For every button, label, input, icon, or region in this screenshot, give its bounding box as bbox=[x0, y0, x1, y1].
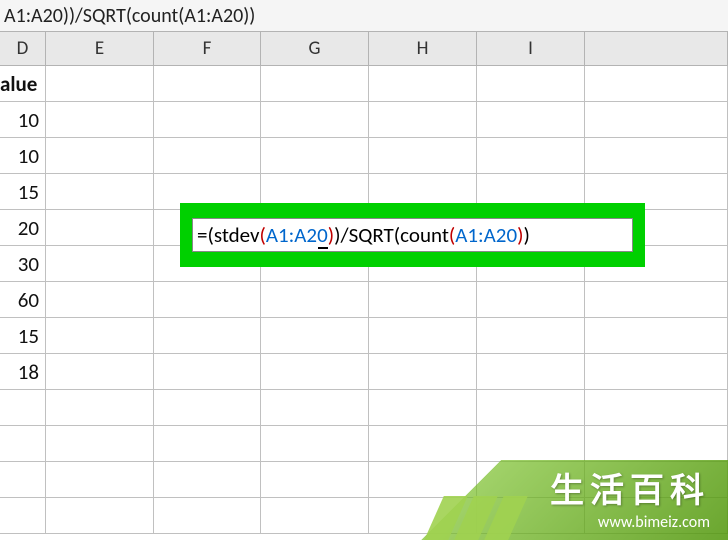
cell[interactable] bbox=[46, 174, 154, 209]
cell[interactable] bbox=[154, 102, 261, 137]
col-header-e[interactable]: E bbox=[46, 32, 154, 65]
cell[interactable]: 15 bbox=[0, 318, 46, 353]
cell[interactable] bbox=[154, 282, 261, 317]
cell[interactable]: 60 bbox=[0, 282, 46, 317]
cell[interactable] bbox=[369, 390, 477, 425]
cell[interactable] bbox=[261, 66, 369, 101]
cell[interactable] bbox=[261, 282, 369, 317]
cell[interactable] bbox=[46, 354, 154, 389]
formula-bar-text: A1:A20))/SQRT(count(A1:A20)) bbox=[4, 4, 255, 28]
cell[interactable] bbox=[477, 66, 585, 101]
cell[interactable] bbox=[261, 354, 369, 389]
cell[interactable] bbox=[154, 354, 261, 389]
cell[interactable] bbox=[46, 390, 154, 425]
cell[interactable] bbox=[261, 390, 369, 425]
cell[interactable] bbox=[46, 102, 154, 137]
table-row bbox=[0, 390, 728, 426]
cell[interactable] bbox=[369, 354, 477, 389]
cell[interactable] bbox=[154, 498, 261, 533]
cell[interactable] bbox=[585, 282, 728, 317]
table-row: alue bbox=[0, 66, 728, 102]
cell[interactable] bbox=[46, 318, 154, 353]
cell[interactable] bbox=[46, 138, 154, 173]
cell[interactable] bbox=[261, 102, 369, 137]
cell[interactable] bbox=[0, 426, 46, 461]
cell[interactable] bbox=[477, 390, 585, 425]
cell[interactable] bbox=[369, 318, 477, 353]
cell[interactable] bbox=[0, 462, 46, 497]
cell[interactable] bbox=[477, 426, 585, 461]
active-cell-formula-input[interactable]: =(stdev(A1:A20))/SQRT(count(A1:A20)) bbox=[192, 218, 633, 252]
watermark-tabs-icon bbox=[434, 496, 518, 540]
cell[interactable] bbox=[154, 138, 261, 173]
cell[interactable] bbox=[46, 426, 154, 461]
cell[interactable] bbox=[261, 426, 369, 461]
cell[interactable] bbox=[261, 462, 369, 497]
table-row: 18 bbox=[0, 354, 728, 390]
cell[interactable] bbox=[154, 390, 261, 425]
cell[interactable] bbox=[261, 498, 369, 533]
table-row bbox=[0, 426, 728, 462]
cell[interactable] bbox=[46, 282, 154, 317]
watermark-title: 生活百科 bbox=[550, 463, 710, 512]
cell[interactable]: 18 bbox=[0, 354, 46, 389]
cell[interactable] bbox=[261, 138, 369, 173]
cell[interactable] bbox=[477, 102, 585, 137]
cell[interactable] bbox=[46, 210, 154, 245]
cell[interactable] bbox=[585, 102, 728, 137]
cell[interactable] bbox=[477, 318, 585, 353]
cell[interactable] bbox=[261, 318, 369, 353]
table-row: 10 bbox=[0, 138, 728, 174]
cell[interactable] bbox=[585, 318, 728, 353]
cell[interactable] bbox=[0, 390, 46, 425]
cell[interactable] bbox=[585, 426, 728, 461]
cell[interactable] bbox=[369, 138, 477, 173]
cell[interactable] bbox=[154, 462, 261, 497]
cell[interactable] bbox=[154, 66, 261, 101]
cell[interactable] bbox=[0, 498, 46, 533]
cell[interactable] bbox=[369, 282, 477, 317]
cell[interactable] bbox=[46, 66, 154, 101]
col-header-h[interactable]: H bbox=[369, 32, 477, 65]
cell[interactable]: 10 bbox=[0, 138, 46, 173]
cell[interactable] bbox=[369, 102, 477, 137]
formula-eq: = bbox=[197, 222, 207, 248]
text-cursor-icon bbox=[318, 247, 328, 249]
cell[interactable] bbox=[369, 426, 477, 461]
cell[interactable]: 10 bbox=[0, 102, 46, 137]
col-header-f[interactable]: F bbox=[154, 32, 261, 65]
cell[interactable] bbox=[585, 138, 728, 173]
cell[interactable] bbox=[46, 462, 154, 497]
cell[interactable]: alue bbox=[0, 66, 46, 101]
formula-highlight-callout: =(stdev(A1:A20))/SQRT(count(A1:A20)) bbox=[180, 203, 645, 267]
cell[interactable] bbox=[585, 390, 728, 425]
cell[interactable] bbox=[369, 66, 477, 101]
table-row: 60 bbox=[0, 282, 728, 318]
cell[interactable] bbox=[154, 318, 261, 353]
formula-bar[interactable]: A1:A20))/SQRT(count(A1:A20)) bbox=[0, 0, 728, 32]
cell[interactable] bbox=[477, 138, 585, 173]
col-header-j[interactable] bbox=[585, 32, 728, 65]
cell[interactable] bbox=[46, 498, 154, 533]
table-row: 15 bbox=[0, 318, 728, 354]
watermark-url: www.bimeiz.com bbox=[598, 513, 710, 532]
cell[interactable]: 20 bbox=[0, 210, 46, 245]
cell[interactable]: 30 bbox=[0, 246, 46, 281]
cell[interactable] bbox=[46, 246, 154, 281]
cell[interactable] bbox=[477, 282, 585, 317]
col-header-i[interactable]: I bbox=[477, 32, 585, 65]
cell[interactable]: 15 bbox=[0, 174, 46, 209]
col-header-d[interactable]: D bbox=[0, 32, 46, 65]
table-row: 10 bbox=[0, 102, 728, 138]
cell[interactable] bbox=[585, 66, 728, 101]
cell[interactable] bbox=[585, 354, 728, 389]
col-header-g[interactable]: G bbox=[261, 32, 369, 65]
cell[interactable] bbox=[477, 354, 585, 389]
column-headers: D E F G H I bbox=[0, 32, 728, 66]
cell[interactable] bbox=[154, 426, 261, 461]
